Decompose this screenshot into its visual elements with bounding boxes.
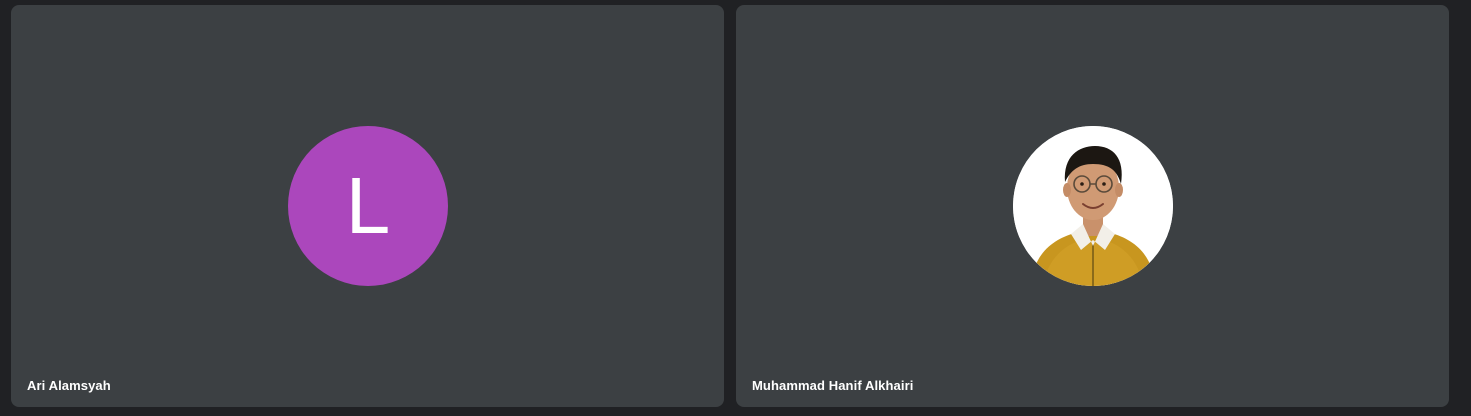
participant-tile-ari-alamsyah[interactable]: L Ari Alamsyah (11, 5, 724, 407)
profile-photo-icon (1013, 126, 1173, 286)
participant-avatar-initial: L (288, 126, 448, 286)
avatar-letter: L (345, 161, 391, 250)
meeting-grid: L Ari Alamsyah Muhammad Hanif Alkhairi (0, 0, 1471, 416)
participant-name: Ari Alamsyah (27, 378, 111, 393)
participant-name: Muhammad Hanif Alkhairi (752, 378, 914, 393)
participant-tile-muhammad-hanif-alkhairi[interactable]: Muhammad Hanif Alkhairi (736, 5, 1449, 407)
